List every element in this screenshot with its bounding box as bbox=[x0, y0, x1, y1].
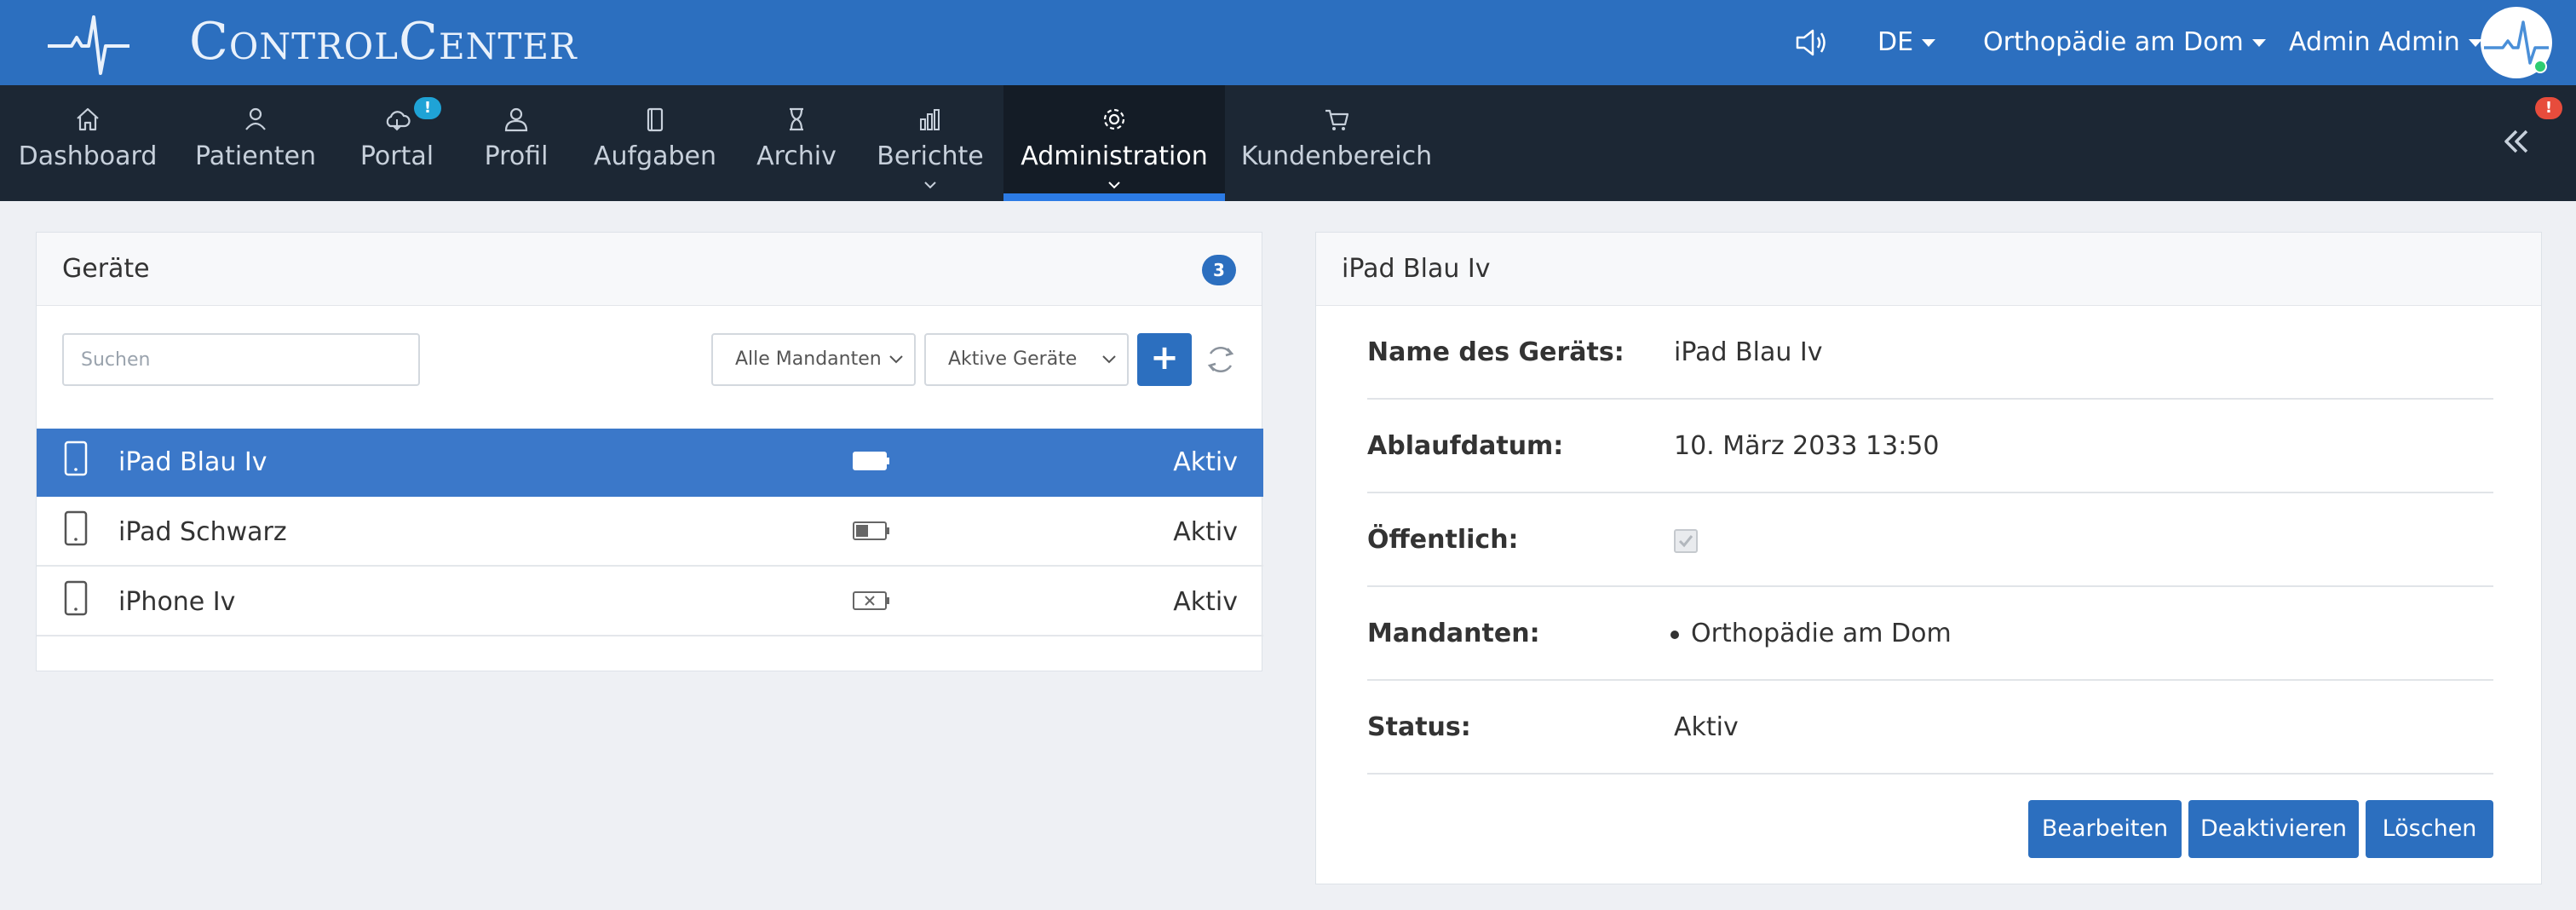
nav-item-kundenbereich[interactable]: Kundenbereich bbox=[1225, 85, 1448, 201]
device-name: iPad Schwarz bbox=[118, 517, 287, 547]
caret-down-icon bbox=[2251, 39, 2266, 47]
refresh-icon[interactable] bbox=[1204, 342, 1238, 377]
nav-label: Portal bbox=[359, 141, 434, 171]
detail-row-clients: Mandanten: Orthopädie am Dom bbox=[1367, 587, 2493, 681]
battery-full-icon bbox=[853, 452, 889, 470]
nav-label: Administration bbox=[1021, 141, 1208, 171]
collapse-notification-badge: ! bbox=[2535, 97, 2562, 119]
nav-label: Kundenbereich bbox=[1240, 141, 1433, 171]
language-dropdown[interactable]: DE bbox=[1877, 20, 1936, 65]
pulse-logo-icon bbox=[48, 15, 129, 75]
device-status: Aktiv bbox=[1173, 447, 1238, 477]
user-dropdown[interactable]: Admin Admin bbox=[2289, 20, 2482, 65]
chevron-down-icon bbox=[924, 181, 936, 189]
bar-chart-icon bbox=[920, 109, 940, 130]
device-status: Aktiv bbox=[1173, 517, 1238, 547]
nav-label: Dashboard bbox=[18, 141, 158, 171]
clients-label: Mandanten: bbox=[1367, 619, 1540, 648]
search-input[interactable] bbox=[62, 333, 420, 386]
main-nav: Dashboard Patienten Portal ! Profil Aufg… bbox=[0, 85, 2576, 201]
detail-row-status: Status: Aktiv bbox=[1367, 681, 2493, 775]
app-logo-text[interactable]: ControlCenter bbox=[189, 12, 578, 72]
add-device-button[interactable]: + bbox=[1137, 333, 1192, 386]
organization-label: Orthopädie am Dom bbox=[1983, 27, 2244, 57]
organization-dropdown[interactable]: Orthopädie am Dom bbox=[1983, 20, 2266, 65]
nav-label: Aufgaben bbox=[593, 141, 717, 171]
detail-panel-title: iPad Blau Iv bbox=[1342, 254, 1491, 284]
top-bar: ControlCenter DE Orthopädie am Dom Admin… bbox=[0, 0, 2576, 85]
status-value: Aktiv bbox=[1674, 712, 1739, 742]
nav-item-berichte[interactable]: Berichte bbox=[857, 85, 1003, 201]
device-name: iPhone Iv bbox=[118, 587, 236, 617]
nav-item-dashboard[interactable]: Dashboard bbox=[0, 85, 175, 201]
chevron-down-icon bbox=[889, 355, 903, 364]
chevron-down-icon bbox=[1108, 181, 1120, 189]
status-filter-select[interactable]: Aktive Geräte bbox=[924, 333, 1129, 386]
tablet-icon bbox=[64, 580, 88, 616]
device-detail-panel: iPad Blau Iv Name des Geräts: iPad Blau … bbox=[1315, 232, 2542, 884]
home-icon bbox=[77, 107, 99, 131]
client-list-item: Orthopädie am Dom bbox=[1670, 587, 1952, 681]
nav-label: Patienten bbox=[195, 141, 316, 171]
deactivate-button[interactable]: Deaktivieren bbox=[2188, 800, 2359, 858]
detail-row-expiry: Ablaufdatum: 10. März 2033 13:50 bbox=[1367, 400, 2493, 493]
device-name: iPad Blau Iv bbox=[118, 447, 267, 477]
battery-empty-icon bbox=[853, 591, 889, 610]
cart-icon bbox=[1325, 109, 1349, 130]
nav-label: Archiv bbox=[756, 141, 837, 171]
detail-row-name: Name des Geräts: iPad Blau Iv bbox=[1367, 306, 2493, 400]
caret-down-icon bbox=[1922, 39, 1936, 47]
tablet-icon bbox=[64, 441, 88, 476]
device-status: Aktiv bbox=[1173, 587, 1238, 617]
device-name-label: Name des Geräts: bbox=[1367, 337, 1624, 367]
delete-button[interactable]: Löschen bbox=[2366, 800, 2493, 858]
detail-panel-header: iPad Blau Iv bbox=[1316, 233, 2541, 306]
expiry-label: Ablaufdatum: bbox=[1367, 431, 1564, 461]
users-icon bbox=[245, 107, 266, 130]
collapse-sidebar-icon[interactable] bbox=[2499, 124, 2533, 158]
nav-item-profil[interactable]: Profil bbox=[458, 85, 574, 201]
devices-panel-title: Geräte bbox=[62, 254, 150, 284]
status-filter-value: Aktive Geräte bbox=[948, 348, 1078, 370]
gear-icon bbox=[1103, 108, 1125, 130]
device-name-value: iPad Blau Iv bbox=[1674, 337, 1823, 367]
device-row-iphone-iv[interactable]: iPhone Iv Aktiv bbox=[37, 568, 1263, 636]
expiry-value: 10. März 2033 13:50 bbox=[1674, 431, 1940, 461]
nav-item-archiv[interactable]: Archiv bbox=[736, 85, 857, 201]
public-checkbox bbox=[1674, 529, 1698, 553]
nav-label: Profil bbox=[484, 141, 549, 171]
devices-panel-header: Geräte 3 bbox=[37, 233, 1262, 306]
edit-button[interactable]: Bearbeiten bbox=[2028, 800, 2182, 858]
nav-item-portal[interactable]: Portal ! bbox=[336, 85, 458, 201]
devices-panel: Geräte 3 Alle Mandanten Aktive Geräte + … bbox=[36, 232, 1263, 671]
portal-notification-badge: ! bbox=[414, 97, 441, 119]
user-label: Admin Admin bbox=[2289, 27, 2460, 57]
checkmark-icon bbox=[1678, 535, 1693, 548]
nav-item-patienten[interactable]: Patienten bbox=[175, 85, 336, 201]
online-status-dot bbox=[2533, 60, 2547, 73]
tablet-icon bbox=[64, 510, 88, 546]
hourglass-icon bbox=[790, 107, 803, 131]
user-icon bbox=[504, 107, 528, 132]
clients-filter-select[interactable]: Alle Mandanten bbox=[711, 333, 916, 386]
nav-item-administration[interactable]: Administration bbox=[1003, 85, 1225, 201]
devices-count-badge: 3 bbox=[1202, 255, 1236, 285]
language-label: DE bbox=[1877, 27, 1914, 57]
detail-row-public: Öffentlich: bbox=[1367, 493, 2493, 587]
status-label: Status: bbox=[1367, 712, 1471, 742]
device-row-ipad-schwarz[interactable]: iPad Schwarz Aktiv bbox=[37, 498, 1263, 567]
battery-half-icon bbox=[853, 521, 889, 540]
clipboard-icon bbox=[647, 107, 664, 132]
device-row-ipad-blau-iv[interactable]: iPad Blau Iv Aktiv bbox=[37, 429, 1263, 497]
clients-filter-value: Alle Mandanten bbox=[735, 348, 882, 370]
speaker-icon[interactable] bbox=[1794, 27, 1828, 58]
cloud-icon bbox=[386, 111, 411, 131]
chevron-down-icon bbox=[1102, 355, 1116, 364]
nav-label: Berichte bbox=[877, 141, 984, 171]
nav-item-aufgaben[interactable]: Aufgaben bbox=[574, 85, 736, 201]
public-label: Öffentlich: bbox=[1367, 525, 1519, 555]
